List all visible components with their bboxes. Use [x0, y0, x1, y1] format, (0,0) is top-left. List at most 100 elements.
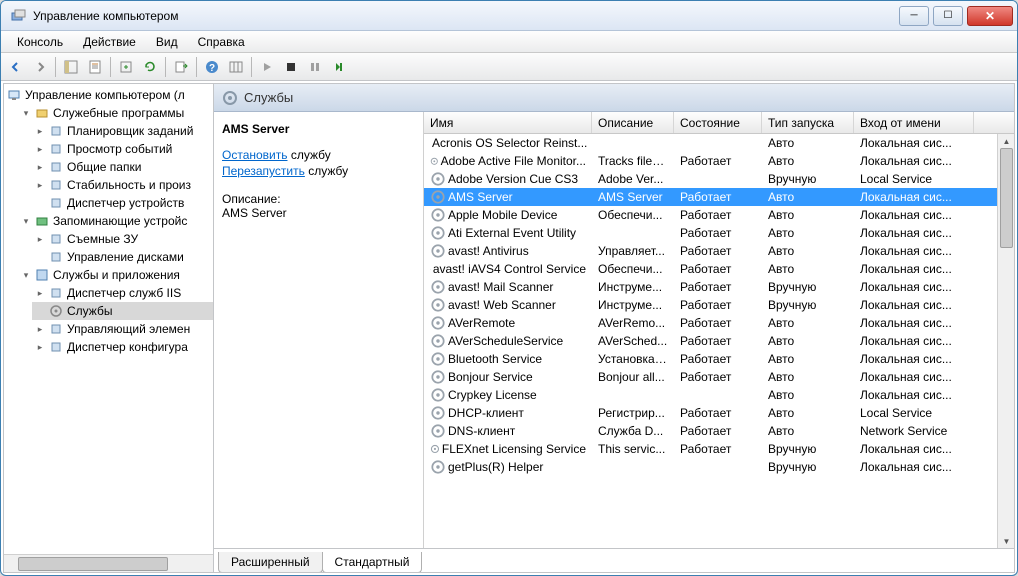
play-button[interactable] — [256, 56, 278, 78]
expand-icon[interactable]: ▸ — [34, 287, 46, 299]
detail-heading: AMS Server — [222, 122, 415, 136]
folder-icon — [34, 105, 50, 121]
expand-icon[interactable]: ▸ — [34, 161, 46, 173]
service-row[interactable]: AMS ServerAMS ServerРаботаетАвтоЛокальна… — [424, 188, 997, 206]
col-state[interactable]: Состояние — [674, 112, 762, 133]
service-login: Локальная сис... — [854, 208, 974, 222]
col-name[interactable]: Имя — [424, 112, 592, 133]
service-start: Вручную — [762, 280, 854, 294]
service-row[interactable]: Adobe Active File Monitor...Tracks files… — [424, 152, 997, 170]
tree-item[interactable]: ▸Съемные ЗУ — [32, 230, 213, 248]
menu-view[interactable]: Вид — [146, 32, 188, 52]
expand-icon[interactable]: ▸ — [34, 125, 46, 137]
service-row[interactable]: Ati External Event UtilityРаботаетАвтоЛо… — [424, 224, 997, 242]
collapse-icon[interactable]: ▾ — [20, 269, 32, 281]
back-button[interactable] — [5, 56, 27, 78]
service-row[interactable]: avast! Web ScannerИнструме...РаботаетВру… — [424, 296, 997, 314]
tree-group[interactable]: ▾ Служебные программы — [18, 104, 213, 122]
gear-icon — [430, 297, 446, 313]
close-button[interactable]: ✕ — [967, 6, 1013, 26]
service-row[interactable]: avast! Mail ScannerИнструме...РаботаетВр… — [424, 278, 997, 296]
collapse-icon[interactable]: ▾ — [20, 215, 32, 227]
item-icon — [48, 177, 64, 193]
maximize-button[interactable]: ☐ — [933, 6, 963, 26]
tree-item[interactable]: ▸ Стабильность и произ — [32, 176, 213, 194]
grid-header: Имя Описание Состояние Тип запуска Вход … — [424, 112, 1014, 134]
pause-button[interactable] — [304, 56, 326, 78]
tree-item[interactable]: Управление дисками — [32, 248, 213, 266]
expand-icon[interactable]: ▸ — [34, 143, 46, 155]
titlebar[interactable]: Управление компьютером ─ ☐ ✕ — [1, 1, 1017, 31]
window-title: Управление компьютером — [33, 9, 899, 23]
tab-standard[interactable]: Стандартный — [322, 552, 423, 572]
stop-link[interactable]: Остановить — [222, 148, 288, 162]
minimize-button[interactable]: ─ — [899, 6, 929, 26]
expand-icon[interactable]: ▸ — [34, 341, 46, 353]
tree-item-label: Стабильность и произ — [67, 178, 191, 192]
panel-header: Службы — [214, 84, 1014, 112]
tree-item[interactable]: ▸Диспетчер конфигура — [32, 338, 213, 356]
expand-icon[interactable]: ▸ — [34, 179, 46, 191]
refresh-button[interactable] — [139, 56, 161, 78]
service-row[interactable]: DNS-клиентСлужба D...РаботаетАвтоNetwork… — [424, 422, 997, 440]
help-button[interactable]: ? — [201, 56, 223, 78]
expand-icon[interactable] — [34, 251, 46, 263]
service-state: Работает — [674, 190, 762, 204]
menu-action[interactable]: Действие — [73, 32, 146, 52]
item-icon — [48, 231, 64, 247]
col-desc[interactable]: Описание — [592, 112, 674, 133]
export-button[interactable] — [115, 56, 137, 78]
tree-item[interactable]: ▸Планировщик заданий — [32, 122, 213, 140]
expand-icon[interactable]: ▸ — [34, 323, 46, 335]
restart-link[interactable]: Перезапустить — [222, 164, 305, 178]
expand-icon[interactable]: ▸ — [34, 233, 46, 245]
tree-item-label: Просмотр событий — [67, 142, 172, 156]
service-row[interactable]: AVerRemoteAVerRemo...РаботаетАвтоЛокальн… — [424, 314, 997, 332]
tree-group[interactable]: ▾Службы и приложения — [18, 266, 213, 284]
tree-item[interactable]: Службы — [32, 302, 213, 320]
tree-group[interactable]: ▾Запоминающие устройс — [18, 212, 213, 230]
menu-console[interactable]: Консоль — [7, 32, 73, 52]
service-row[interactable]: avast! AntivirusУправляет...РаботаетАвто… — [424, 242, 997, 260]
service-row[interactable]: Bonjour ServiceBonjour all...РаботаетАвт… — [424, 368, 997, 386]
col-login[interactable]: Вход от имени — [854, 112, 974, 133]
service-row[interactable]: AVerScheduleServiceAVerSched...РаботаетА… — [424, 332, 997, 350]
show-hide-tree-button[interactable] — [60, 56, 82, 78]
item-icon — [48, 285, 64, 301]
service-row[interactable]: Acronis OS Selector Reinst...АвтоЛокальн… — [424, 134, 997, 152]
tab-extended[interactable]: Расширенный — [218, 552, 323, 572]
properties-button[interactable] — [84, 56, 106, 78]
service-row[interactable]: Apple Mobile DeviceОбеспечи...РаботаетАв… — [424, 206, 997, 224]
stop-button[interactable] — [280, 56, 302, 78]
grid-scrollbar[interactable]: ▲ ▼ — [997, 134, 1014, 548]
view-columns-button[interactable] — [225, 56, 247, 78]
service-row[interactable]: DHCP-клиентРегистрир...РаботаетАвтоLocal… — [424, 404, 997, 422]
gear-icon — [430, 171, 446, 187]
collapse-icon[interactable]: ▾ — [20, 107, 32, 119]
service-row[interactable]: avast! iAVS4 Control ServiceОбеспечи...Р… — [424, 260, 997, 278]
expand-icon[interactable] — [34, 305, 46, 317]
tree-item[interactable]: ▸Диспетчер служб IIS — [32, 284, 213, 302]
tree-scrollbar[interactable] — [4, 554, 213, 572]
service-row[interactable]: Crypkey LicenseАвтоЛокальная сис... — [424, 386, 997, 404]
forward-button[interactable] — [29, 56, 51, 78]
tree-item[interactable]: ▸Общие папки — [32, 158, 213, 176]
col-start[interactable]: Тип запуска — [762, 112, 854, 133]
export-list-button[interactable] — [170, 56, 192, 78]
tree-item[interactable]: ▸ Просмотр событий — [32, 140, 213, 158]
expand-icon[interactable] — [34, 197, 46, 209]
tree-group-label: Служебные программы — [53, 106, 184, 120]
service-row[interactable]: Bluetooth ServiceУстановка ...РаботаетАв… — [424, 350, 997, 368]
service-login: Локальная сис... — [854, 388, 974, 402]
menu-help[interactable]: Справка — [188, 32, 255, 52]
tree-root[interactable]: Управление компьютером (л — [4, 86, 213, 104]
item-icon — [48, 141, 64, 157]
service-row[interactable]: FLEXnet Licensing ServiceThis servic...Р… — [424, 440, 997, 458]
restart-button[interactable] — [328, 56, 350, 78]
service-row[interactable]: getPlus(R) HelperВручнуюЛокальная сис... — [424, 458, 997, 476]
tree-item[interactable]: ▸Управляющий элемен — [32, 320, 213, 338]
service-row[interactable]: Adobe Version Cue CS3Adobe Ver...Вручную… — [424, 170, 997, 188]
service-login: Local Service — [854, 406, 974, 420]
tree-item[interactable]: Диспетчер устройств — [32, 194, 213, 212]
detail-pane: AMS Server Остановить службу Перезапусти… — [214, 112, 424, 548]
